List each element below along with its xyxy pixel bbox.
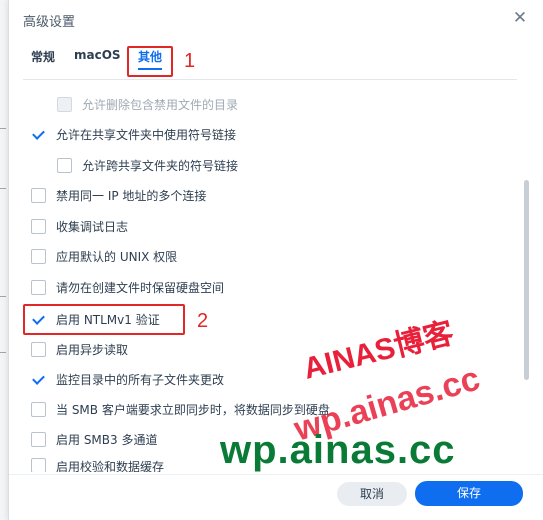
option-disable-multi-conn-same-ip[interactable]: 禁用同一 IP 地址的多个连接: [31, 184, 206, 206]
checkbox[interactable]: [31, 401, 46, 417]
watermark-domain-green: wp.ainas.cc: [220, 428, 456, 472]
dialog-title: 高级设置: [23, 15, 76, 30]
option-monitor-subfolder-changes[interactable]: 监控目录中的所有子文件夹更改: [31, 368, 224, 390]
option-label: 启用校验和数据缓存: [56, 460, 165, 472]
cancel-button[interactable]: 取消: [337, 482, 407, 506]
option-label: 允许在共享文件夹中使用符号链接: [56, 127, 237, 142]
checkbox[interactable]: [57, 96, 72, 112]
option-label: 禁用同一 IP 地址的多个连接: [56, 188, 207, 203]
option-label: 监控目录中的所有子文件夹更改: [56, 372, 225, 387]
option-sync-on-client-request[interactable]: 当 SMB 客户端要求立即同步时，将数据同步到硬盘: [31, 398, 330, 420]
option-allow-delete-denied-dirs[interactable]: 允许删除包含禁用文件的目录: [57, 93, 238, 115]
option-enable-async-read[interactable]: 启用异步读取: [31, 338, 128, 360]
background-divider: [0, 352, 6, 353]
save-button[interactable]: 保存: [415, 481, 523, 506]
option-label: 当 SMB 客户端要求立即同步时，将数据同步到硬盘: [56, 402, 330, 417]
option-label: 应用默认的 UNIX 权限: [56, 249, 178, 264]
annotation-number-1: 1: [184, 50, 196, 72]
checkbox[interactable]: [31, 218, 46, 234]
option-no-reserve-disk-space[interactable]: 请勿在创建文件时保留硬盘空间: [31, 276, 224, 298]
checkbox[interactable]: [31, 458, 46, 472]
option-label: 启用 SMB3 多通道: [56, 432, 158, 447]
tab-divider: [23, 79, 517, 80]
option-allow-symlinks[interactable]: 允许在共享文件夹中使用符号链接: [31, 123, 236, 145]
close-icon[interactable]: ✕: [510, 8, 530, 28]
scrollbar-thumb[interactable]: [524, 180, 529, 380]
annotation-box-2: [23, 304, 185, 335]
background-divider: [0, 128, 6, 129]
background-divider: [0, 188, 6, 189]
checkbox[interactable]: [31, 341, 46, 357]
annotation-number-2: 2: [197, 310, 209, 332]
option-label: 请勿在创建文件时保留硬盘空间: [56, 280, 225, 295]
checkbox[interactable]: [31, 248, 46, 264]
tab-general[interactable]: 常规: [31, 48, 55, 65]
background-divider: [0, 296, 6, 297]
option-label: 收集调试日志: [56, 219, 129, 234]
annotation-box-1: [127, 46, 173, 77]
checkbox[interactable]: [31, 187, 46, 203]
checkbox-checked[interactable]: [31, 371, 46, 387]
checkbox-checked[interactable]: [31, 126, 46, 142]
footer-divider: [9, 474, 543, 475]
option-label: 允许删除包含禁用文件的目录: [82, 97, 239, 112]
tab-macos[interactable]: macOS: [74, 48, 121, 62]
option-collect-debug-logs[interactable]: 收集调试日志: [31, 215, 128, 237]
option-default-unix-permissions[interactable]: 应用默认的 UNIX 权限: [31, 245, 177, 267]
checkbox[interactable]: [31, 431, 46, 447]
option-enable-smb3-multichannel[interactable]: 启用 SMB3 多通道: [31, 428, 157, 450]
checkbox[interactable]: [57, 157, 72, 173]
checkbox[interactable]: [31, 279, 46, 295]
option-label: 允许跨共享文件夹的符号链接: [82, 158, 239, 173]
option-allow-cross-share-symlinks[interactable]: 允许跨共享文件夹的符号链接: [57, 154, 238, 176]
option-enable-checksum-cache[interactable]: 启用校验和数据缓存: [31, 458, 164, 472]
option-label: 启用异步读取: [56, 342, 129, 357]
